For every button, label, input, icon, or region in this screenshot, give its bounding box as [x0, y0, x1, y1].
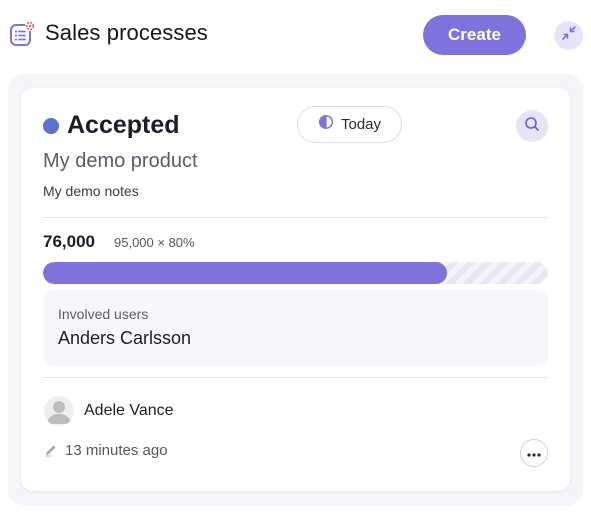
product-name: My demo product [43, 150, 198, 172]
date-chip-label: Today [340, 116, 382, 133]
more-options-button[interactable] [520, 439, 548, 467]
date-chip[interactable]: Today [297, 106, 402, 143]
notes-text: My demo notes [43, 183, 139, 199]
more-dots-icon [527, 444, 541, 462]
weighted-amount: 76,000 [43, 232, 95, 251]
progress-bar [43, 262, 548, 284]
edited-time: 13 minutes ago [65, 442, 168, 459]
collapse-arrows-icon [561, 25, 577, 46]
search-icon [524, 116, 540, 137]
search-button[interactable] [516, 110, 548, 142]
divider [43, 377, 548, 378]
amount-formula: 95,000 × 80% [114, 235, 195, 250]
involved-user-name[interactable]: Anders Carlsson [58, 328, 191, 349]
owner-name[interactable]: Adele Vance [84, 402, 174, 420]
progress-fill [43, 262, 447, 284]
involved-users-label: Involved users [58, 306, 149, 322]
person-avatar-icon [44, 396, 74, 426]
collapse-button[interactable] [554, 21, 583, 50]
create-button[interactable]: Create [423, 15, 526, 55]
pencil-icon [44, 443, 58, 457]
half-circle-icon [318, 114, 334, 135]
involved-users-box: Involved users Anders Carlsson [43, 290, 548, 366]
page-header: Sales processes Create [0, 0, 591, 70]
status-dot [43, 118, 59, 134]
page-title: Sales processes [45, 20, 208, 45]
divider [43, 217, 548, 218]
status-label: Accepted [67, 111, 180, 139]
list-gear-icon [9, 20, 37, 48]
